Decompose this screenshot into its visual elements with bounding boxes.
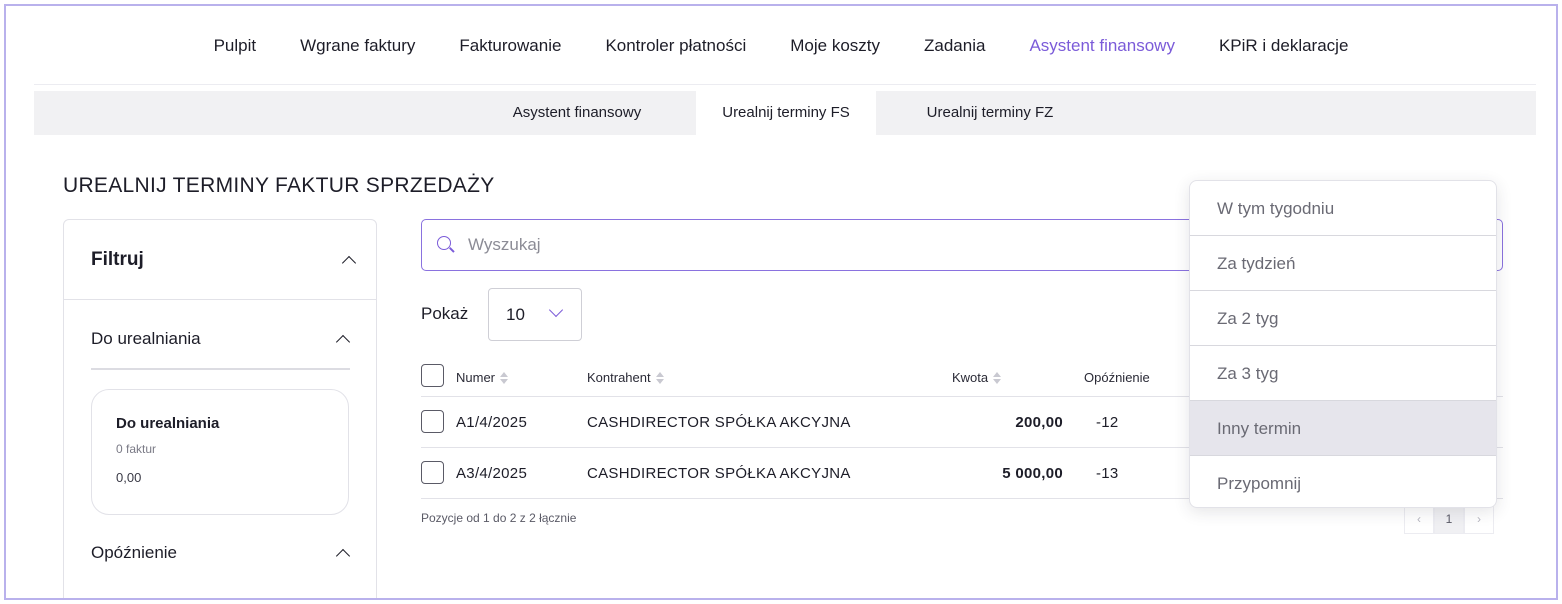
chevron-up-icon[interactable] (336, 332, 350, 346)
filter-header[interactable]: Filtruj (64, 220, 376, 300)
sub-nav: Asystent finansowy Urealnij terminy FS U… (34, 91, 1536, 135)
filter-section-opoznienie[interactable]: Opóźnienie (91, 538, 350, 568)
column-label: Kontrahent (587, 370, 651, 385)
nav-item-pulpit[interactable]: Pulpit (192, 36, 279, 56)
page-size-value: 10 (506, 304, 525, 324)
nav-item-kpir-deklaracje[interactable]: KPiR i deklaracje (1197, 36, 1370, 56)
tab-urealnij-terminy-fs[interactable]: Urealnij terminy FS (696, 91, 876, 135)
nav-item-asystent-finansowy[interactable]: Asystent finansowy (1007, 36, 1197, 56)
app-frame: Pulpit Wgrane faktury Fakturowanie Kontr… (4, 4, 1558, 600)
nav-divider (34, 84, 1536, 85)
page-size-select[interactable]: 10 (488, 288, 582, 341)
filter-title: Filtruj (91, 248, 144, 270)
section-divider (91, 368, 350, 370)
search-icon (436, 235, 456, 255)
select-all-checkbox[interactable] (421, 364, 444, 387)
card-amount: 0,00 (116, 470, 142, 485)
chevron-up-icon[interactable] (336, 546, 350, 560)
page-title: UREALNIJ TERMINY FAKTUR SPRZEDAŻY (63, 174, 495, 197)
menu-item-w-tym-tygodniu[interactable]: W tym tygodniu (1190, 181, 1496, 236)
pagination-summary: Pozycje od 1 do 2 z 2 łącznie (421, 511, 577, 525)
next-page-button[interactable]: › (1464, 504, 1494, 534)
column-header-kwota[interactable]: Kwota (952, 370, 1002, 385)
filter-section-label: Opóźnienie (91, 543, 178, 562)
cell-opoznienie: -13 (1096, 465, 1119, 482)
tab-urealnij-terminy-fz[interactable]: Urealnij terminy FZ (900, 91, 1080, 135)
column-label: Numer (456, 370, 496, 385)
filter-panel: Filtruj Do urealniania Do urealniania 0 … (63, 219, 377, 598)
column-label: Kwota (952, 370, 989, 385)
nav-item-moje-koszty[interactable]: Moje koszty (768, 36, 902, 56)
page-button-current[interactable]: 1 (1434, 504, 1464, 534)
filter-section-do-urealniania[interactable]: Do urealniania (91, 324, 350, 354)
cell-numer: A1/4/2025 (456, 414, 528, 431)
main-nav: Pulpit Wgrane faktury Fakturowanie Kontr… (6, 6, 1556, 86)
chevron-down-icon (549, 308, 563, 318)
cell-numer: A3/4/2025 (456, 465, 528, 482)
sort-icon (500, 371, 509, 384)
show-label: Pokaż (421, 304, 469, 323)
column-header-kontrahent[interactable]: Kontrahent (587, 370, 664, 385)
menu-item-inny-termin[interactable]: Inny termin (1190, 401, 1496, 456)
nav-item-fakturowanie[interactable]: Fakturowanie (437, 36, 583, 56)
nav-item-wgrane-faktury[interactable]: Wgrane faktury (278, 36, 437, 56)
menu-item-za-3-tyg[interactable]: Za 3 tyg (1190, 346, 1496, 401)
row-checkbox[interactable] (421, 410, 444, 433)
tab-asystent-finansowy[interactable]: Asystent finansowy (484, 91, 670, 135)
prev-page-button[interactable]: ‹ (1404, 504, 1434, 534)
sort-icon (655, 371, 664, 384)
sort-icon (993, 371, 1002, 384)
cell-kontrahent: CASHDIRECTOR SPÓŁKA AKCYJNA (587, 465, 851, 482)
filter-card-do-urealniania[interactable]: Do urealniania 0 faktur 0,00 (91, 389, 349, 515)
chevron-up-icon[interactable] (342, 253, 356, 267)
row-checkbox[interactable] (421, 461, 444, 484)
cell-kontrahent: CASHDIRECTOR SPÓŁKA AKCYJNA (587, 414, 851, 431)
term-dropdown-menu: W tym tygodniu Za tydzień Za 2 tyg Za 3 … (1189, 180, 1497, 508)
menu-item-za-tydzien[interactable]: Za tydzień (1190, 236, 1496, 291)
cell-kwota: 5 000,00 (1002, 465, 1063, 482)
column-header-numer[interactable]: Numer (456, 370, 509, 385)
pagination: ‹ 1 › (1404, 504, 1494, 534)
nav-item-zadania[interactable]: Zadania (902, 36, 1007, 56)
cell-opoznienie: -12 (1096, 414, 1119, 431)
nav-item-kontroler-platnosci[interactable]: Kontroler płatności (583, 36, 768, 56)
cell-kwota: 200,00 (1015, 414, 1063, 431)
search-input[interactable] (468, 235, 1168, 255)
menu-item-przypomnij[interactable]: Przypomnij (1190, 456, 1496, 507)
menu-item-za-2-tyg[interactable]: Za 2 tyg (1190, 291, 1496, 346)
filter-section-label: Do urealniania (91, 329, 201, 348)
card-count: 0 faktur (116, 442, 157, 456)
column-label: Opóźnienie (1084, 370, 1150, 385)
card-title: Do urealniania (116, 415, 220, 432)
column-header-opoznienie: Opóźnienie (1084, 370, 1150, 385)
